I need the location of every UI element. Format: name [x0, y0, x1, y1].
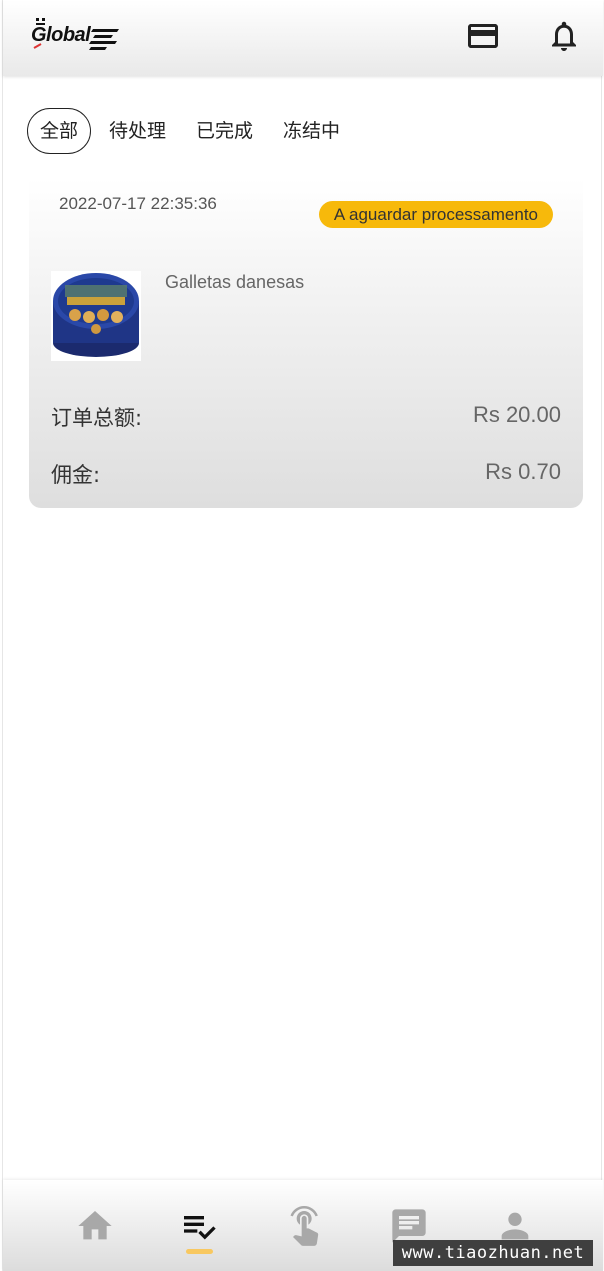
product-image — [51, 271, 141, 361]
tab-completed[interactable]: 已完成 — [196, 109, 253, 153]
order-total-value: Rs 20.00 — [472, 402, 561, 427]
home-icon[interactable] — [75, 1206, 115, 1246]
app-frame: Global 全部 待处理 已完成 冻结中 2022-07-17 22:35:3… — [2, 0, 603, 1271]
top-bar: Global — [3, 0, 603, 76]
credit-card-icon[interactable] — [465, 18, 501, 54]
order-time: 2022-07-17 22:35:36 — [59, 194, 217, 213]
app-logo[interactable]: Global — [31, 18, 123, 52]
tab-all[interactable]: 全部 — [27, 108, 92, 154]
bell-icon[interactable] — [546, 18, 582, 54]
status-badge: A aguardar processamento — [318, 201, 553, 228]
order-total-label: 订单总额: — [51, 406, 143, 430]
commission-value: Rs 0.70 — [485, 459, 561, 484]
product-name: Galletas danesas — [165, 272, 305, 292]
tab-frozen[interactable]: 冻结中 — [283, 109, 340, 153]
orders-icon[interactable] — [179, 1206, 219, 1246]
logo-text: Global — [31, 24, 91, 46]
order-card[interactable]: 2022-07-17 22:35:36 A aguardar processam… — [29, 178, 583, 508]
watermark: www.tiaozhuan.net — [393, 1240, 593, 1266]
grab-icon[interactable] — [285, 1206, 325, 1246]
order-filter-tabs: 全部 待处理 已完成 冻结中 — [27, 108, 370, 154]
commission-label: 佣金: — [51, 463, 101, 487]
active-tab-indicator — [186, 1249, 213, 1254]
tab-pending[interactable]: 待处理 — [109, 109, 166, 153]
